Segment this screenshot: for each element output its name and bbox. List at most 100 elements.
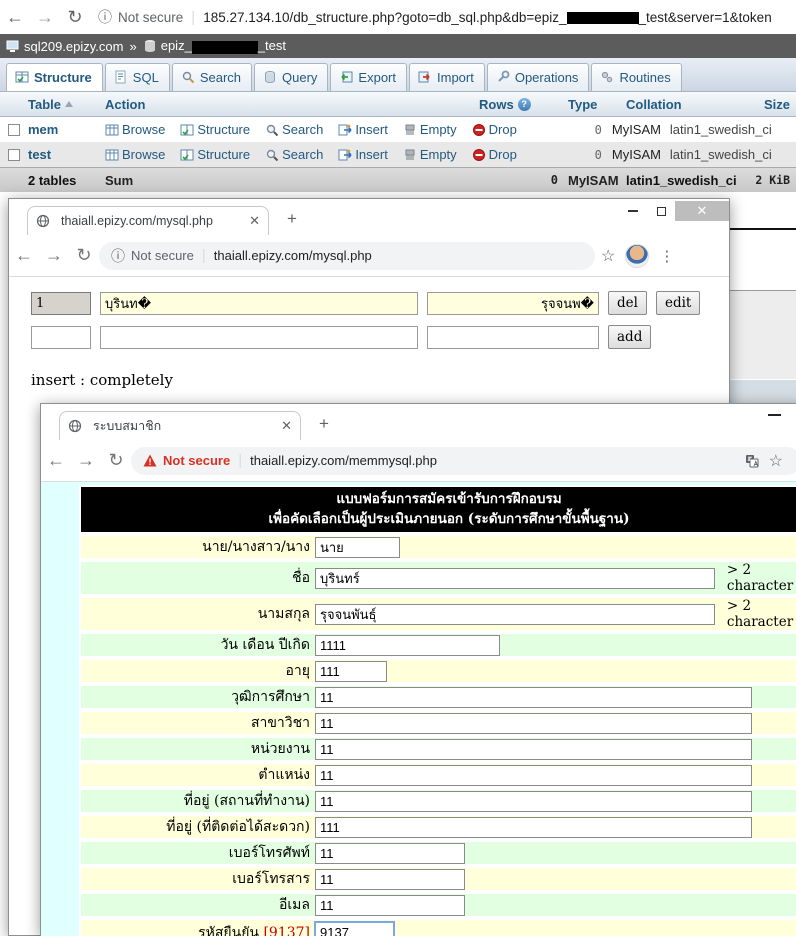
back-icon[interactable]: ←	[0, 7, 30, 28]
field-input[interactable]	[315, 869, 465, 890]
field-input[interactable]	[315, 568, 715, 589]
field-input[interactable]	[315, 635, 500, 656]
field-input[interactable]	[315, 537, 400, 558]
refresh-icon[interactable]: ↻	[101, 450, 131, 471]
info-icon[interactable]: ⓘ	[111, 246, 125, 266]
field-input[interactable]	[315, 604, 715, 625]
breadcrumb-server[interactable]: sql209.epizy.com	[24, 39, 123, 54]
forward-icon[interactable]: →	[30, 7, 60, 28]
refresh-icon[interactable]: ↻	[60, 7, 90, 28]
tab-search[interactable]: Search	[172, 63, 252, 91]
table-row-mem: mem Browse Structure Search Insert Empty…	[0, 117, 796, 142]
field-label: ตำแหน่ง	[81, 764, 315, 786]
forward-icon[interactable]: →	[71, 450, 101, 471]
column-table[interactable]: Table	[28, 97, 105, 112]
tab-sql[interactable]: SQL	[105, 63, 170, 91]
new-tab-icon[interactable]: +	[319, 414, 329, 434]
column-type: Type	[568, 97, 626, 112]
field-label: สาขาวิชา	[81, 712, 315, 734]
new-surname-field[interactable]	[427, 326, 599, 349]
edit-button[interactable]: edit	[656, 291, 700, 315]
field-input[interactable]	[315, 739, 752, 760]
new-tab-icon[interactable]: +	[287, 209, 297, 229]
close-icon[interactable]: ✕	[675, 201, 729, 221]
info-icon[interactable]: ⓘ	[98, 7, 112, 27]
structure-link[interactable]: Structure	[180, 147, 250, 162]
id-field[interactable]	[31, 292, 91, 315]
field-input[interactable]	[315, 687, 752, 708]
row-checkbox[interactable]	[8, 149, 20, 161]
help-icon[interactable]: ?	[518, 98, 531, 111]
new-name-field[interactable]	[100, 326, 418, 349]
column-action: Action	[105, 97, 473, 112]
tab-close-icon[interactable]: ✕	[281, 418, 292, 434]
tab-operations[interactable]: Operations	[487, 63, 590, 91]
back-icon[interactable]: ←	[9, 245, 39, 266]
structure-icon	[180, 148, 194, 162]
search-link[interactable]: Search	[265, 122, 323, 137]
form-row: นามสกุล > 2 character	[81, 598, 796, 630]
add-button[interactable]: add	[608, 325, 651, 349]
field-input[interactable]	[315, 661, 387, 682]
forward-icon[interactable]: →	[39, 245, 69, 266]
browse-link[interactable]: Browse	[105, 147, 165, 162]
search-link[interactable]: Search	[265, 147, 323, 162]
warning-icon	[143, 454, 157, 467]
minimize-icon[interactable]	[619, 201, 647, 221]
structure-icon	[180, 123, 194, 137]
url-field[interactable]: Not secure | thaiall.epizy.com/memmysql.…	[131, 447, 796, 475]
form-title: แบบฟอร์มการสมัครเข้ารับการฝึกอบรม เพื่อค…	[81, 487, 796, 532]
browser-tab[interactable]: thaiall.epizy.com/mysql.php ✕	[27, 206, 269, 235]
field-input[interactable]	[315, 713, 752, 734]
collation-value: latin1_swedish_ci	[670, 122, 790, 137]
table-name-link[interactable]: mem	[28, 122, 105, 137]
table-name-link[interactable]: test	[28, 147, 105, 162]
field-input[interactable]	[315, 922, 394, 936]
field-input[interactable]	[315, 765, 752, 786]
refresh-icon[interactable]: ↻	[69, 245, 99, 266]
captcha-code: [9137]	[263, 925, 310, 936]
top-browser-toolbar: ← → ↻ ⓘ Not secure | 185.27.134.10/db_st…	[0, 0, 796, 34]
drop-link[interactable]: Drop	[472, 122, 517, 137]
translate-icon[interactable]	[745, 454, 759, 468]
name-field[interactable]	[100, 292, 418, 315]
form-row: อายุ	[81, 660, 796, 682]
menu-dots-icon[interactable]: ⋮	[659, 247, 674, 265]
browser-tab[interactable]: ระบบสมาชิก ✕	[59, 411, 301, 440]
tab-import[interactable]: Import	[409, 63, 485, 91]
structure-link[interactable]: Structure	[180, 122, 250, 137]
maximize-icon[interactable]	[647, 201, 675, 221]
tab-routines[interactable]: Routines	[591, 63, 681, 91]
field-input[interactable]	[315, 791, 752, 812]
browse-link[interactable]: Browse	[105, 122, 165, 137]
pma-table-header: Table Action Rows? Type Collation Size	[0, 92, 796, 117]
form-row: ชื่อ > 2 character	[81, 562, 796, 594]
back-icon[interactable]: ←	[41, 450, 71, 471]
new-id-field[interactable]	[31, 326, 91, 349]
field-input[interactable]	[315, 895, 465, 916]
tab-query[interactable]: Query	[254, 63, 328, 91]
row-checkbox[interactable]	[8, 124, 20, 136]
drop-link[interactable]: Drop	[472, 147, 517, 162]
del-button[interactable]: del	[608, 291, 647, 315]
url-field[interactable]: ⓘ Not secure | thaiall.epizy.com/mysql.p…	[99, 242, 595, 270]
empty-link[interactable]: Empty	[403, 147, 457, 162]
tab-close-icon[interactable]: ✕	[249, 213, 260, 229]
minimize-icon[interactable]	[768, 414, 781, 416]
breadcrumb-database[interactable]: epiz__test	[161, 38, 286, 53]
profile-avatar[interactable]	[625, 244, 649, 268]
address-bar[interactable]: ⓘ Not secure | 185.27.134.10/db_structur…	[98, 7, 772, 27]
insert-icon	[338, 123, 352, 137]
insert-link[interactable]: Insert	[338, 122, 388, 137]
field-input[interactable]	[315, 843, 465, 864]
bookmark-star-icon[interactable]: ☆	[769, 451, 783, 471]
insert-link[interactable]: Insert	[338, 147, 388, 162]
bookmark-star-icon[interactable]: ☆	[601, 246, 615, 266]
field-input[interactable]	[315, 817, 752, 838]
tab-export[interactable]: Export	[330, 63, 407, 91]
surname-field[interactable]	[427, 292, 599, 315]
tab-structure[interactable]: Structure	[6, 63, 103, 91]
empty-link[interactable]: Empty	[403, 122, 457, 137]
form-page: แบบฟอร์มการสมัครเข้ารับการฝึกอบรม เพื่อค…	[41, 482, 796, 936]
export-icon	[339, 70, 353, 84]
